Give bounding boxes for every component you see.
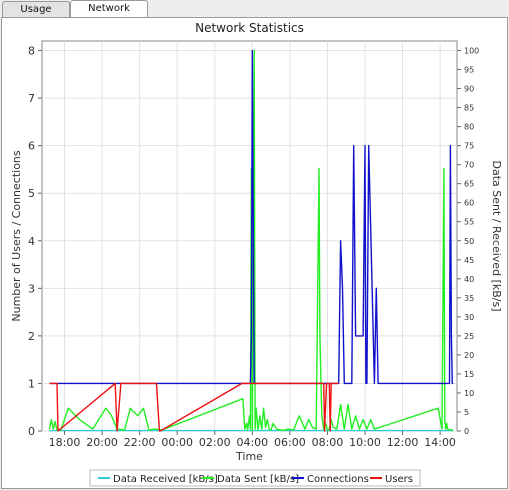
y-right-tick-label: 35 xyxy=(464,294,474,303)
y-right-tick-label: 45 xyxy=(464,256,474,265)
y-left-tick-label: 3 xyxy=(28,282,35,295)
y-right-tick-label: 100 xyxy=(464,47,479,56)
plot-area xyxy=(41,40,458,432)
y-right-tick-label: 95 xyxy=(464,66,474,75)
legend-item-label: Connections xyxy=(307,474,369,485)
y-left-tick-label: 7 xyxy=(28,92,35,105)
y-right-tick-label: 90 xyxy=(464,85,474,94)
y-left-tick-label: 0 xyxy=(28,425,35,438)
y-right-tick-label: 85 xyxy=(464,104,474,113)
chart-title: Network Statistics xyxy=(195,21,304,35)
x-tick-label: 14:00 xyxy=(424,436,456,449)
legend: Data Received [kB/s] Data Sent [kB/s] Conn… xyxy=(89,469,421,487)
y-right-tick-label: 40 xyxy=(464,275,474,284)
y-left-tick-label: 6 xyxy=(28,140,35,153)
y-left-tick-label: 5 xyxy=(28,187,35,200)
x-tick-label: 00:00 xyxy=(161,436,193,449)
y-right-tick-label: 80 xyxy=(464,123,474,132)
y-right-tick-label: 30 xyxy=(464,313,474,322)
x-tick-label: 04:00 xyxy=(236,436,268,449)
y-right-tick-label: 70 xyxy=(464,161,474,170)
x-tick-label: 02:00 xyxy=(199,436,231,449)
y-axis-left-label: Number of Users / Connections xyxy=(10,150,23,322)
y-axis-right-label: Data Sent / Received [kB/s] xyxy=(490,161,503,312)
y-right-tick-label: 65 xyxy=(464,180,474,189)
x-tick-label: 06:00 xyxy=(274,436,306,449)
y-right-tick-label: 0 xyxy=(464,427,469,436)
y-right-tick-label: 25 xyxy=(464,332,474,341)
y-left-tick-label: 8 xyxy=(28,45,35,58)
y-right-tick-label: 60 xyxy=(464,199,474,208)
y-right-tick-label: 10 xyxy=(464,389,474,398)
x-tick-label: 12:00 xyxy=(387,436,419,449)
x-tick-label: 22:00 xyxy=(124,436,156,449)
x-tick-label: 08:00 xyxy=(312,436,344,449)
y-right-tick-label: 50 xyxy=(464,237,474,246)
y-left-tick-label: 1 xyxy=(28,377,35,390)
y-right-tick-label: 15 xyxy=(464,370,474,379)
legend-item-label: Users xyxy=(385,474,413,485)
y-right-tick-label: 20 xyxy=(464,351,474,360)
y-left-tick-label: 2 xyxy=(28,330,35,343)
x-tick-label: 20:00 xyxy=(86,436,118,449)
x-tick-label: 10:00 xyxy=(349,436,381,449)
x-axis-label: Time xyxy=(235,450,263,463)
network-statistics-chart: 0123456780510152025303540455055606570758… xyxy=(10,21,503,487)
y-right-tick-label: 55 xyxy=(464,218,474,227)
y-left-tick-label: 4 xyxy=(28,235,35,248)
legend-item-label: Data Received [kB/s] xyxy=(113,474,218,485)
y-right-tick-label: 5 xyxy=(464,408,469,417)
y-right-tick-label: 75 xyxy=(464,142,474,151)
legend-item-label: Data Sent [kB/s] xyxy=(217,474,299,485)
x-tick-label: 18:00 xyxy=(49,436,81,449)
